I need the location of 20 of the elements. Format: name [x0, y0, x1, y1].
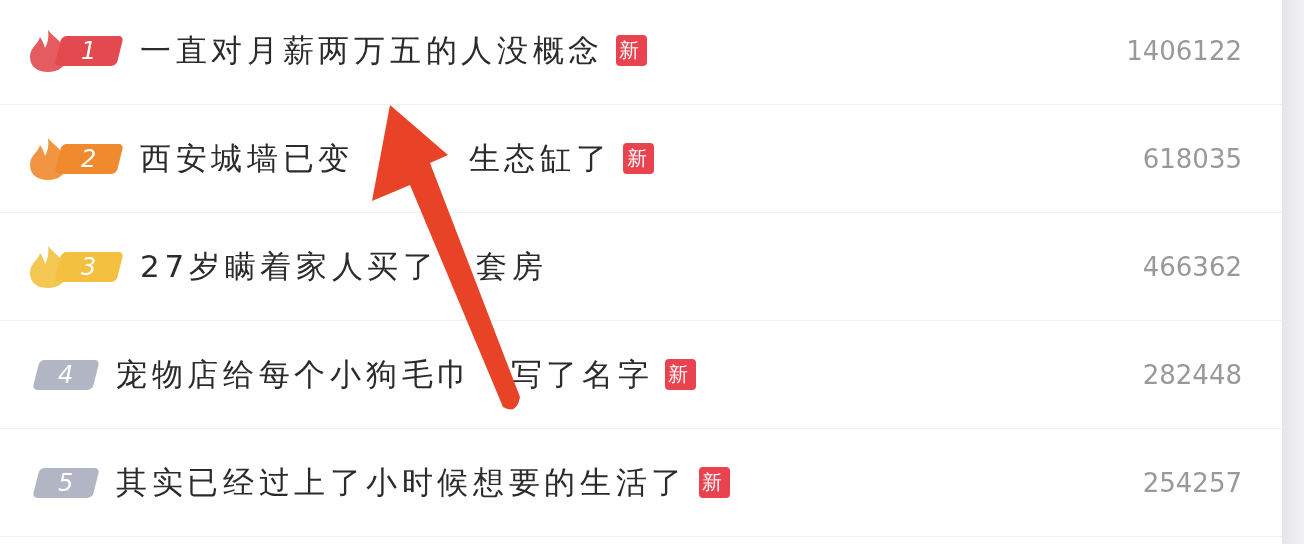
heat-count: 282448	[1142, 359, 1242, 390]
topic-title[interactable]: 生态缸了	[468, 137, 612, 180]
topic-title[interactable]: 套房	[476, 245, 548, 288]
topic-title[interactable]: 27岁瞒着家人买了	[140, 245, 439, 288]
rank-badge: 4	[32, 359, 100, 390]
new-badge: 新	[665, 359, 697, 390]
new-badge: 新	[623, 143, 655, 174]
topic-title[interactable]: 西安城墙已变	[140, 137, 355, 180]
topic-title[interactable]: 其实已经过上了小时候想要的生活了	[116, 461, 688, 504]
new-badge: 新	[699, 467, 731, 498]
scrollbar[interactable]	[1282, 0, 1304, 544]
topic-title[interactable]: 宠物店给每个小狗毛巾	[116, 353, 473, 396]
heat-count: 254257	[1142, 467, 1242, 498]
topic-title[interactable]: 写了名字	[510, 353, 654, 396]
heat-count: 466362	[1142, 251, 1242, 282]
heat-count: 618035	[1142, 143, 1242, 174]
topic-title[interactable]: 一直对月薪两万五的人没概念	[140, 29, 605, 72]
rank-badge: 5	[32, 467, 100, 498]
new-badge: 新	[616, 35, 648, 66]
heat-count: 1406122	[1126, 35, 1242, 66]
